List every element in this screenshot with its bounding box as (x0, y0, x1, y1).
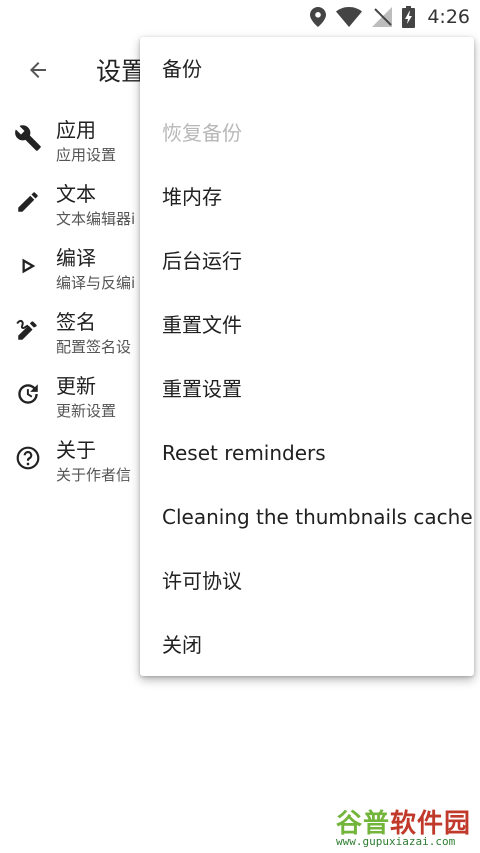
no-sim-icon (372, 7, 393, 27)
wifi-icon (336, 7, 363, 27)
setting-subtitle: 关于作者信 (56, 466, 132, 484)
menu-item-reset-files[interactable]: 重置文件 (140, 293, 474, 357)
setting-title: 文本 (56, 182, 96, 206)
arrow-back-icon (30, 62, 46, 78)
setting-title: 更新 (56, 374, 96, 398)
setting-title: 应用 (56, 118, 96, 142)
setting-title: 编译 (56, 246, 96, 270)
menu-item-background-run[interactable]: 后台运行 (140, 229, 474, 293)
setting-subtitle: 应用设置 (56, 146, 117, 164)
setting-subtitle: 配置签名设 (56, 338, 132, 356)
overflow-menu: 备份 恢复备份 堆内存 后台运行 重置文件 重置设置 Reset reminde… (140, 37, 474, 676)
status-clock: 4:26 (427, 6, 470, 28)
menu-item-backup[interactable]: 备份 (140, 37, 474, 101)
setting-subtitle: 文本编辑器i (56, 210, 136, 228)
pencil-icon (12, 186, 44, 218)
status-icons: 4:26 (310, 5, 470, 29)
wrench-icon (12, 122, 44, 154)
play-outline-icon (12, 250, 44, 282)
menu-item-restore-backup: 恢复备份 (162, 121, 242, 145)
menu-item-license[interactable]: 许可协议 (140, 549, 474, 613)
help-circle-icon (12, 442, 44, 474)
back-button[interactable] (16, 48, 60, 92)
setting-title: 签名 (56, 310, 96, 334)
menu-item-close[interactable]: 关闭 (140, 613, 474, 677)
battery-charging-icon (402, 6, 416, 28)
page-title: 设置 (96, 57, 147, 86)
location-icon (310, 7, 327, 27)
menu-item-reset-settings[interactable]: 重置设置 (140, 357, 474, 421)
setting-subtitle: 编译与反编i (56, 274, 136, 292)
signature-icon (12, 314, 44, 346)
setting-subtitle: 更新设置 (56, 402, 117, 420)
update-icon (12, 378, 44, 410)
menu-item-clean-thumbnails[interactable]: Cleaning the thumbnails cache (140, 485, 474, 549)
status-bar: 4:26 (0, 0, 480, 34)
menu-item-heap-memory[interactable]: 堆内存 (140, 165, 474, 229)
setting-title: 关于 (56, 438, 96, 462)
watermark-url: www.gupuxiazai.com (336, 835, 456, 848)
menu-item-reset-reminders[interactable]: Reset reminders (140, 421, 474, 485)
watermark: 谷普软件园 www.gupuxiazai.com (332, 801, 476, 849)
